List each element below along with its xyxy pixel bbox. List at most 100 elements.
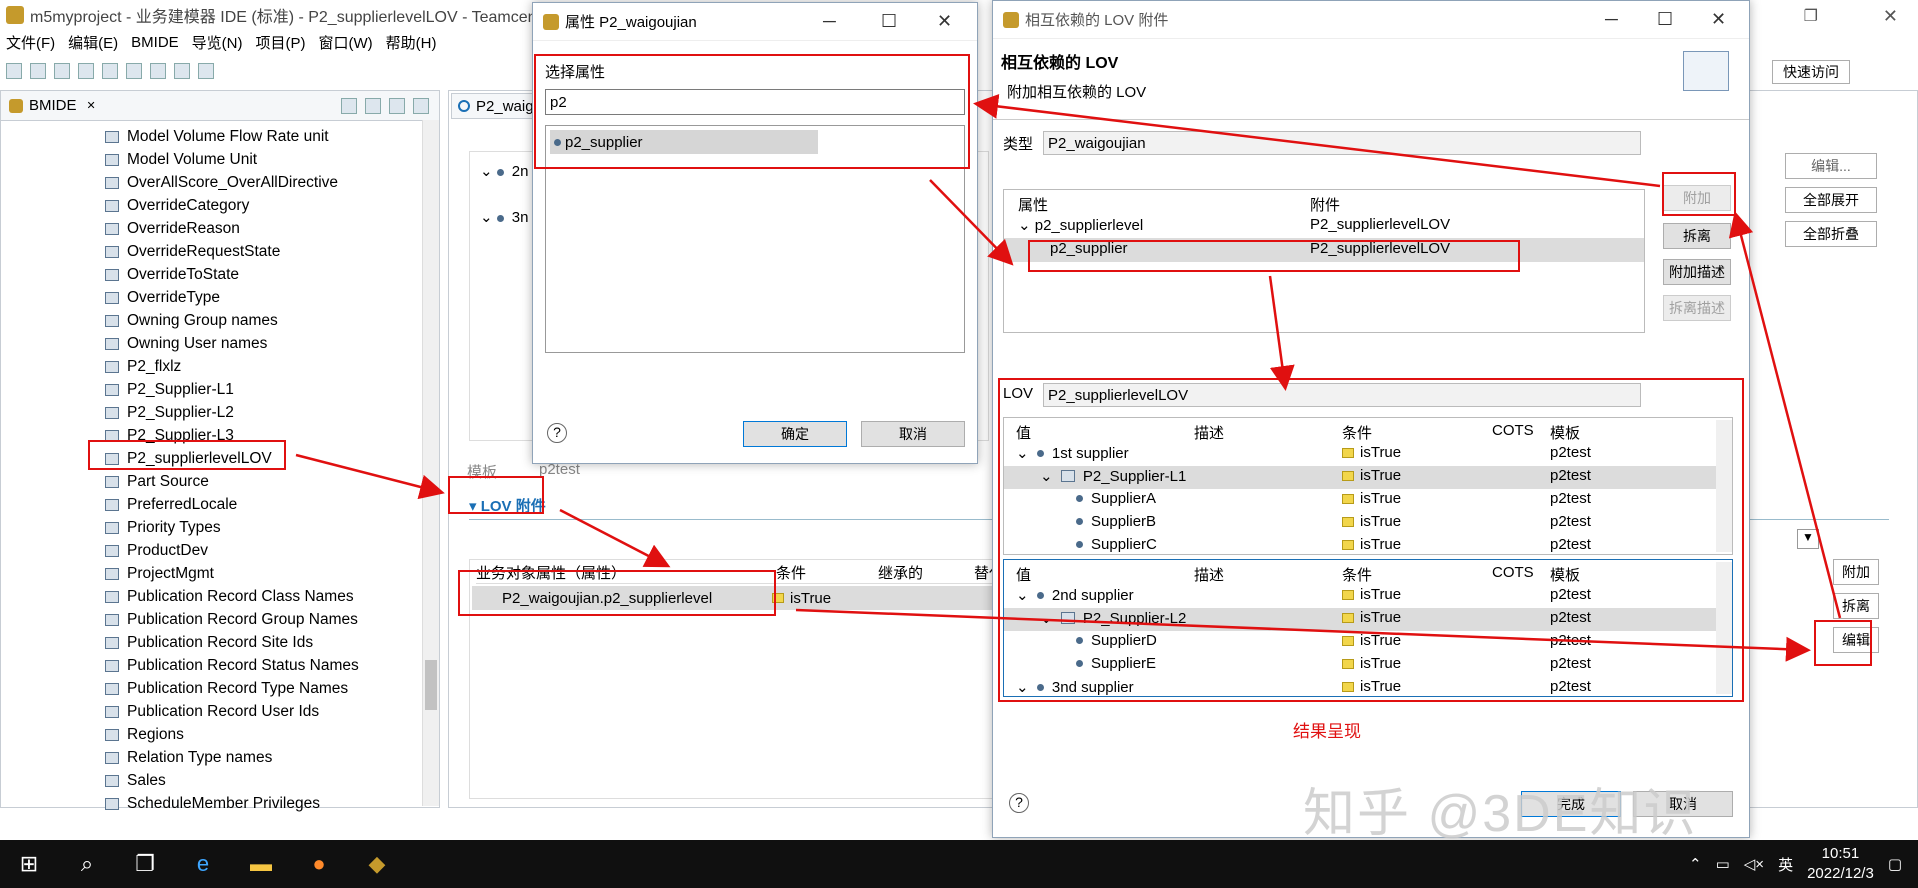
collapse-all-icon[interactable] xyxy=(341,97,357,114)
minimize-icon[interactable]: ─ xyxy=(1605,9,1618,30)
new-icon[interactable] xyxy=(6,63,22,79)
tree-item[interactable]: Owning Group names xyxy=(105,309,439,332)
tree-item[interactable]: OverrideToState xyxy=(105,263,439,286)
tree-item[interactable]: Priority Types xyxy=(105,516,439,539)
lov-icon xyxy=(105,613,119,626)
folder-icon[interactable]: ▬ xyxy=(232,840,290,888)
help-icon[interactable]: ? xyxy=(547,423,567,443)
highlight-edit-button xyxy=(1814,620,1872,666)
close-icon[interactable]: ✕ xyxy=(937,11,952,32)
save-all-icon[interactable] xyxy=(54,63,70,79)
ok-button[interactable]: 确定 xyxy=(743,421,847,447)
app-icon xyxy=(6,6,24,24)
highlight-section xyxy=(448,476,544,514)
dialog-heading: 相互依赖的 LOV xyxy=(1001,55,1119,72)
bmide-app-icon[interactable]: ◆ xyxy=(348,840,406,888)
menu-window[interactable]: 窗口(W) xyxy=(319,32,373,53)
editor-tab[interactable]: P2_waig xyxy=(451,93,541,119)
attribute-row[interactable]: ⌄ p2_supplierlevel xyxy=(1018,216,1143,234)
edit-button[interactable]: 编辑... xyxy=(1785,153,1877,179)
left-scrollbar[interactable] xyxy=(422,120,439,806)
tree-item[interactable]: Relation Type names xyxy=(105,746,439,769)
tree-item[interactable]: OverrideType xyxy=(105,286,439,309)
lov-icon xyxy=(105,659,119,672)
tree-item[interactable]: OverAllScore_OverAllDirective xyxy=(105,171,439,194)
clock[interactable]: 10:51 2022/12/3 xyxy=(1807,844,1874,884)
save-icon[interactable] xyxy=(30,63,46,79)
detach-button[interactable]: 拆离 xyxy=(1663,223,1731,249)
maximize-icon[interactable]: ☐ xyxy=(1657,9,1673,30)
filter-icon[interactable]: ▼ xyxy=(1797,529,1819,549)
close-icon[interactable]: ✕ xyxy=(87,99,96,112)
bmide-tab[interactable]: BMIDE ✕ xyxy=(1,91,439,121)
lov-icon xyxy=(105,521,119,534)
editor-tree-node[interactable]: ⌄ 2n xyxy=(480,162,528,180)
menu-file[interactable]: 文件(F) xyxy=(6,32,55,53)
tree-item[interactable]: Model Volume Unit xyxy=(105,148,439,171)
tree-item[interactable]: P2_flxlz xyxy=(105,355,439,378)
tree-item[interactable]: P2_Supplier-L2 xyxy=(105,401,439,424)
debug-icon[interactable] xyxy=(198,63,214,79)
menu-project[interactable]: 项目(P) xyxy=(256,32,306,53)
tree-item[interactable]: Regions xyxy=(105,723,439,746)
tree-item[interactable]: P2_Supplier-L1 xyxy=(105,378,439,401)
build-icon[interactable] xyxy=(150,63,166,79)
task-view-icon[interactable]: ❐ xyxy=(116,840,174,888)
tree-item[interactable]: Publication Record User Ids xyxy=(105,700,439,723)
expand-all-button[interactable]: 全部展开 xyxy=(1785,187,1877,213)
lov-icon xyxy=(105,337,119,350)
tree-item[interactable]: Publication Record Site Ids xyxy=(105,631,439,654)
filter-icon[interactable] xyxy=(413,97,429,114)
tree-item[interactable]: Owning User names xyxy=(105,332,439,355)
search-icon[interactable] xyxy=(389,97,405,114)
lov-icon xyxy=(105,705,119,718)
search-icon[interactable]: ⌕ xyxy=(58,840,116,888)
tree-item[interactable]: OverrideReason xyxy=(105,217,439,240)
tree-item[interactable]: Publication Record Class Names xyxy=(105,585,439,608)
editor-tree-node[interactable]: ⌄ 3n xyxy=(480,208,528,226)
cancel-button[interactable]: 取消 xyxy=(861,421,965,447)
collapse-all-button[interactable]: 全部折叠 xyxy=(1785,221,1877,247)
scroll-thumb[interactable] xyxy=(425,660,437,710)
attach-button[interactable]: 附加 xyxy=(1833,559,1879,585)
run-icon[interactable] xyxy=(174,63,190,79)
menu-help[interactable]: 帮助(H) xyxy=(386,32,437,53)
help-icon[interactable]: ? xyxy=(1009,793,1029,813)
tray-expand-icon[interactable]: ⌃ xyxy=(1689,855,1702,873)
quick-access-input[interactable]: 快速访问 xyxy=(1772,60,1850,84)
maximize-icon[interactable]: ☐ xyxy=(881,11,897,32)
tree-item[interactable]: Publication Record Type Names xyxy=(105,677,439,700)
minimize-icon[interactable]: ─ xyxy=(823,11,836,32)
network-icon[interactable]: ▭ xyxy=(1716,855,1730,873)
tree-item[interactable]: Publication Record Status Names xyxy=(105,654,439,677)
tree-item[interactable]: Model Volume Flow Rate unit xyxy=(105,125,439,148)
notification-icon[interactable]: ▢ xyxy=(1888,855,1902,873)
edge-icon[interactable]: e xyxy=(174,840,232,888)
deploy-icon[interactable] xyxy=(78,63,94,79)
close-icon[interactable]: ✕ xyxy=(1711,9,1726,30)
tree-item[interactable]: OverrideCategory xyxy=(105,194,439,217)
tree-item[interactable]: ScheduleMember Privileges xyxy=(105,792,439,815)
tree-item[interactable]: ProjectMgmt xyxy=(105,562,439,585)
main-maximize-icon[interactable]: ❐ xyxy=(1804,6,1818,26)
firefox-icon[interactable]: ● xyxy=(290,840,348,888)
search-icon[interactable] xyxy=(126,63,142,79)
detach-description-button[interactable]: 拆离描述 xyxy=(1663,295,1731,321)
menu-navigate[interactable]: 导览(N) xyxy=(192,32,243,53)
link-editor-icon[interactable] xyxy=(365,97,381,114)
tree-item[interactable]: ProductDev xyxy=(105,539,439,562)
menu-edit[interactable]: 编辑(E) xyxy=(68,32,118,53)
attach-description-button[interactable]: 附加描述 xyxy=(1663,259,1731,285)
refresh-icon[interactable] xyxy=(102,63,118,79)
menu-bmide[interactable]: BMIDE xyxy=(131,34,179,51)
tree-item[interactable]: Publication Record Group Names xyxy=(105,608,439,631)
language-indicator[interactable]: 英 xyxy=(1778,854,1793,875)
tree-item[interactable]: OverrideRequestState xyxy=(105,240,439,263)
volume-icon[interactable]: ◁× xyxy=(1744,855,1764,873)
main-close-icon[interactable]: ✕ xyxy=(1883,6,1898,27)
detach-button[interactable]: 拆离 xyxy=(1833,593,1879,619)
windows-start-icon[interactable]: ⊞ xyxy=(0,840,58,888)
tree-item[interactable]: Sales xyxy=(105,769,439,792)
tree-item[interactable]: PreferredLocale xyxy=(105,493,439,516)
tree-item[interactable]: Part Source xyxy=(105,470,439,493)
